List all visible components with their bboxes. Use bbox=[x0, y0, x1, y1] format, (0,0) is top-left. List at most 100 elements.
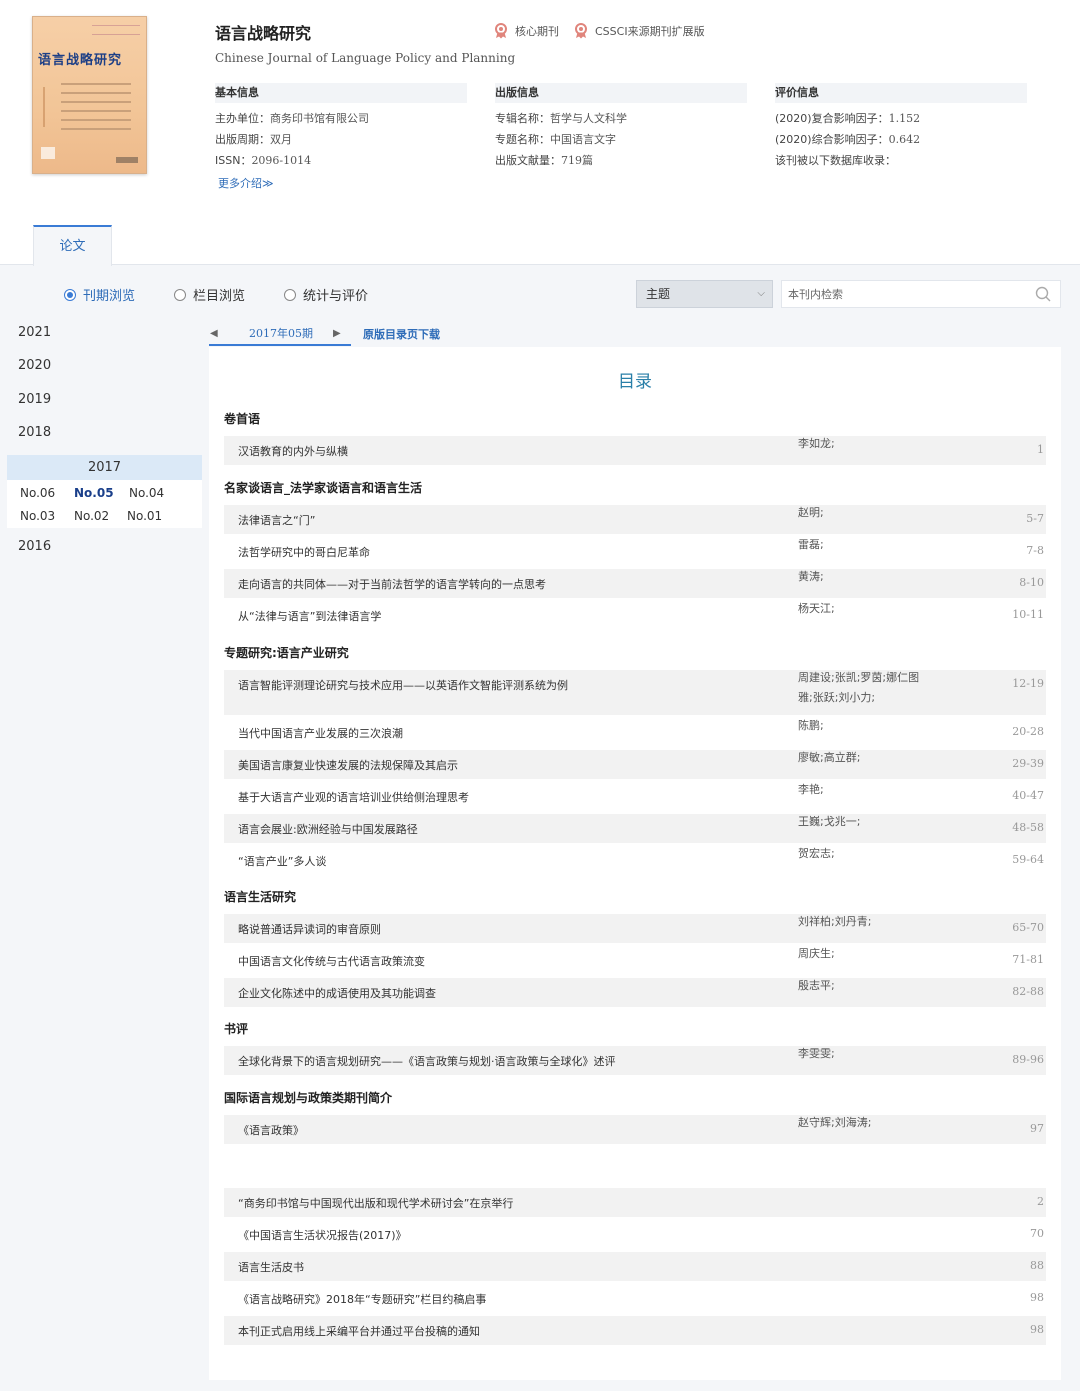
toc-row: 企业文化陈述中的成语使用及其功能调查 殷志平; 82-88 bbox=[224, 978, 1046, 1007]
more-intro-link[interactable]: 更多介绍≫ bbox=[218, 175, 274, 191]
cycle-row: 出版周期：双月 bbox=[215, 131, 467, 146]
article-title-link[interactable]: 《中国语言生活状况报告(2017)》 bbox=[238, 1227, 407, 1243]
article-title-link[interactable]: 法律语言之“门” bbox=[238, 512, 315, 528]
article-authors[interactable]: 陈鹏; bbox=[798, 716, 928, 736]
radio-issue-browse[interactable]: 刊期浏览 bbox=[64, 285, 135, 304]
doc-count-value: 719篇 bbox=[561, 154, 593, 167]
article-title-link[interactable]: 本刊正式启用线上采编平台并通过平台投稿的通知 bbox=[238, 1323, 480, 1339]
year-2019[interactable]: 2019 bbox=[18, 392, 51, 407]
year-2021[interactable]: 2021 bbox=[18, 325, 51, 340]
year-2017[interactable]: 2017 bbox=[7, 455, 202, 480]
table-of-contents: 目录 卷首语 汉语教育的内外与纵横 李如龙; 1 名家谈语言_法学家谈语言和语言生活 法律… bbox=[209, 347, 1061, 1380]
article-authors[interactable]: 周庆生; bbox=[798, 944, 928, 964]
journal-cover-image[interactable]: 语言战略研究 bbox=[32, 16, 147, 174]
basic-info-column: 基本信息 主办单位：商务印书馆有限公司 出版周期：双月 ISSN：2096-10… bbox=[215, 83, 467, 167]
chevron-down-icon: ⌵ bbox=[757, 288, 765, 299]
topic-row: 专题名称：中国语言文字 bbox=[495, 131, 747, 146]
toc-row: 语言智能评测理论研究与技术应用——以英语作文智能评测系统为例 周建设;张凯;罗茵;… bbox=[224, 670, 1046, 715]
radio-stats-label: 统计与评价 bbox=[303, 289, 369, 304]
prev-issue-icon[interactable]: ◀ bbox=[210, 328, 218, 339]
article-title-link[interactable]: 当代中国语言产业发展的三次浪潮 bbox=[238, 725, 403, 741]
download-toc-link[interactable]: 原版目录页下载 bbox=[363, 326, 440, 342]
article-pages: 48-58 bbox=[1012, 821, 1044, 834]
article-title-link[interactable]: 法哲学研究中的哥白尼革命 bbox=[238, 544, 370, 560]
series-value: 哲学与人文科学 bbox=[550, 112, 627, 125]
article-authors[interactable]: 殷志平; bbox=[798, 976, 928, 996]
article-title-link[interactable]: 企业文化陈述中的成语使用及其功能调查 bbox=[238, 985, 436, 1001]
article-title-link[interactable]: 《语言政策》 bbox=[238, 1122, 304, 1138]
article-authors[interactable]: 赵明; bbox=[798, 503, 928, 523]
article-authors[interactable]: 廖敏;高立群; bbox=[798, 748, 928, 768]
search-field-select[interactable]: 主题 ⌵ bbox=[636, 280, 773, 308]
radio-circle[interactable] bbox=[284, 288, 296, 301]
toc-row: 略说普通话异读词的审音原则 刘祥柏;刘丹青; 65-70 bbox=[224, 914, 1046, 943]
radio-circle[interactable] bbox=[64, 288, 76, 301]
year-2016[interactable]: 2016 bbox=[18, 539, 51, 554]
issue-no02[interactable]: No.02 bbox=[74, 509, 109, 523]
radio-circle[interactable] bbox=[174, 288, 186, 301]
article-title-link[interactable]: “语言产业”多人谈 bbox=[238, 853, 326, 869]
article-pages: 71-81 bbox=[1012, 953, 1044, 966]
cover-publisher-logo bbox=[116, 157, 138, 163]
issue-no01[interactable]: No.01 bbox=[127, 509, 162, 523]
composite-if-label: (2020)复合影响因子： bbox=[775, 112, 889, 125]
article-authors[interactable]: 王巍;戈兆一; bbox=[798, 812, 928, 832]
article-title-link[interactable]: 语言会展业:欧洲经验与中国发展路径 bbox=[238, 821, 418, 837]
issue-no05[interactable]: No.05 bbox=[74, 486, 114, 500]
article-authors[interactable]: 李如龙; bbox=[798, 434, 928, 454]
search-box bbox=[781, 280, 1061, 308]
search-input[interactable] bbox=[782, 281, 1022, 307]
tab-papers[interactable]: 论文 bbox=[33, 225, 112, 266]
article-authors[interactable]: 周建设;张凯;罗茵;娜仁图雅;张跃;刘小力; bbox=[798, 668, 928, 708]
article-authors[interactable]: 杨天江; bbox=[798, 599, 928, 619]
article-authors[interactable]: 黄涛; bbox=[798, 567, 928, 587]
article-authors[interactable]: 李艳; bbox=[798, 780, 928, 800]
article-authors[interactable]: 赵守辉;刘海涛; bbox=[798, 1113, 928, 1133]
toc-row: 中国语言文化传统与古代语言政策流变 周庆生; 71-81 bbox=[224, 946, 1046, 975]
article-title-link[interactable]: 《语言战略研究》2018年“专题研究”栏目约稿启事 bbox=[238, 1291, 486, 1307]
toc-row: 从“法律与语言”到法律语言学 杨天江; 10-11 bbox=[224, 601, 1046, 630]
toc-row: 《语言政策》 赵守辉;刘海涛; 97 bbox=[224, 1115, 1046, 1144]
article-pages: 5-7 bbox=[1026, 512, 1044, 525]
article-pages: 88 bbox=[1030, 1259, 1044, 1272]
overall-if-row: (2020)综合影响因子：0.642 bbox=[775, 131, 1027, 146]
article-title-link[interactable]: “商务印书馆与中国现代出版和现代学术研讨会”在京举行 bbox=[238, 1195, 513, 1211]
article-authors[interactable]: 雷磊; bbox=[798, 535, 928, 555]
issue-no03[interactable]: No.03 bbox=[20, 509, 55, 523]
cover-text-lines bbox=[61, 83, 131, 137]
article-title-link[interactable]: 美国语言康复业快速发展的法规保障及其启示 bbox=[238, 757, 458, 773]
cycle-label: 出版周期： bbox=[215, 133, 270, 146]
toc-row: “商务印书馆与中国现代出版和现代学术研讨会”在京举行 2 bbox=[224, 1188, 1046, 1217]
article-title-link[interactable]: 全球化背景下的语言规划研究——《语言政策与规划·语言政策与全球化》述评 bbox=[238, 1053, 616, 1069]
article-title-link[interactable]: 从“法律与语言”到法律语言学 bbox=[238, 608, 381, 624]
sponsor-value: 商务印书馆有限公司 bbox=[270, 112, 369, 125]
article-authors[interactable]: 李雯雯; bbox=[798, 1044, 928, 1064]
radio-stats-eval[interactable]: 统计与评价 bbox=[284, 285, 368, 304]
search-field-value: 主题 bbox=[646, 287, 671, 301]
publication-info-column: 出版信息 专辑名称：哲学与人文科学 专题名称：中国语言文字 出版文献量：719篇 bbox=[495, 83, 747, 167]
search-icon[interactable] bbox=[1035, 286, 1051, 302]
issue-no04[interactable]: No.04 bbox=[129, 486, 164, 500]
article-title-link[interactable]: 语言生活皮书 bbox=[238, 1259, 304, 1275]
article-title-link[interactable]: 汉语教育的内外与纵横 bbox=[238, 443, 348, 459]
sponsor-label: 主办单位： bbox=[215, 112, 270, 125]
article-pages: 29-39 bbox=[1012, 757, 1044, 770]
cover-barcode bbox=[41, 147, 55, 159]
cssci-badge: CSSCI来源期刊扩展版 bbox=[574, 23, 705, 39]
toc-section-heading: 卷首语 bbox=[224, 412, 261, 426]
radio-column-browse[interactable]: 栏目浏览 bbox=[174, 285, 245, 304]
issn-row: ISSN：2096-1014 bbox=[215, 152, 467, 167]
toc-row: 走向语言的共同体——对于当前法哲学的语言学转向的一点思考 黄涛; 8-10 bbox=[224, 569, 1046, 598]
year-2020[interactable]: 2020 bbox=[18, 358, 51, 373]
article-pages: 70 bbox=[1030, 1227, 1044, 1240]
year-2018[interactable]: 2018 bbox=[18, 425, 51, 440]
article-title-link[interactable]: 基于大语言产业观的语言培训业供给侧治理思考 bbox=[238, 789, 469, 805]
article-title-link[interactable]: 走向语言的共同体——对于当前法哲学的语言学转向的一点思考 bbox=[238, 576, 546, 592]
article-title-link[interactable]: 中国语言文化传统与古代语言政策流变 bbox=[238, 953, 425, 969]
article-authors[interactable]: 刘祥柏;刘丹青; bbox=[798, 912, 928, 932]
article-authors[interactable]: 贺宏志; bbox=[798, 844, 928, 864]
article-title-link[interactable]: 略说普通话异读词的审音原则 bbox=[238, 921, 381, 937]
issue-no06[interactable]: No.06 bbox=[20, 486, 55, 500]
article-title-link[interactable]: 语言智能评测理论研究与技术应用——以英语作文智能评测系统为例 bbox=[238, 677, 568, 693]
next-issue-icon[interactable]: ▶ bbox=[333, 328, 341, 339]
